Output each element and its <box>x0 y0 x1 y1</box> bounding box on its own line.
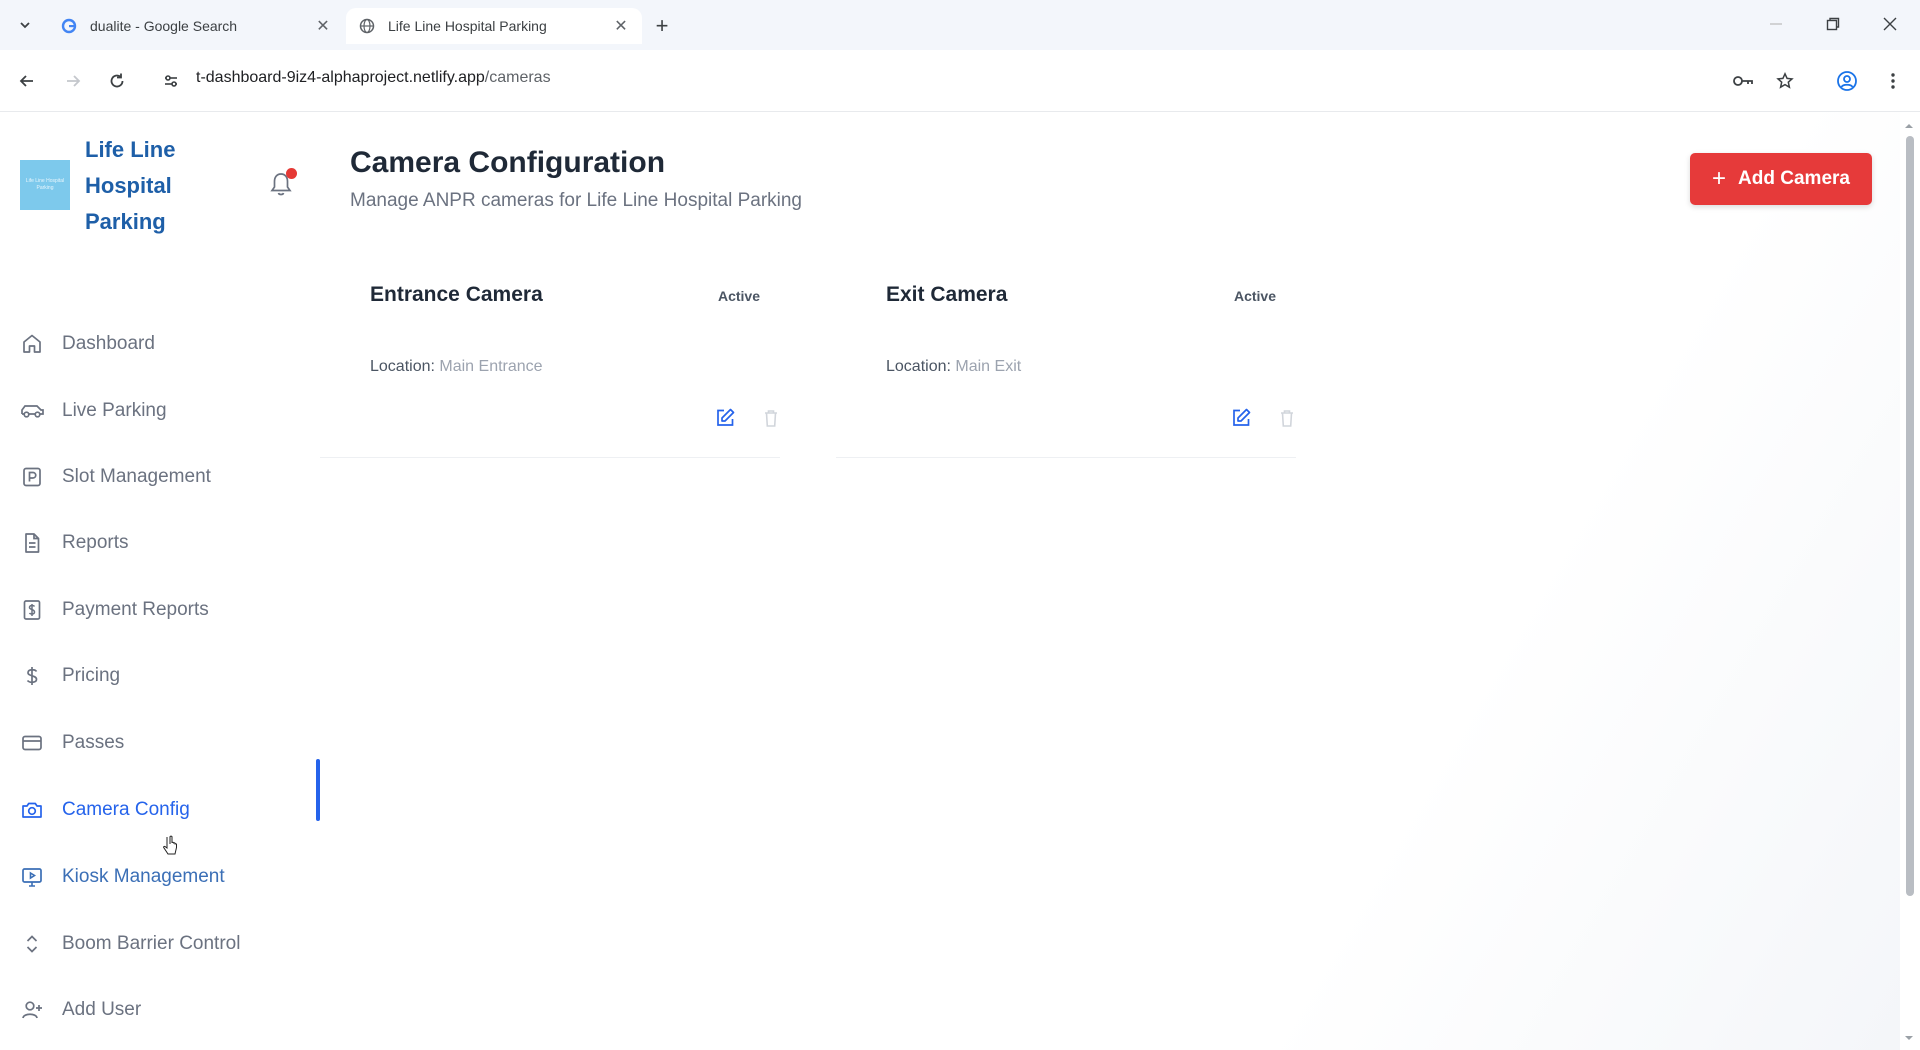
browser-tab-strip: dualite - Google Search ✕ Life Line Hosp… <box>0 0 1920 50</box>
sidebar: Life Line Hospital Parking Life Line Hos… <box>0 112 320 1050</box>
camera-name: Exit Camera <box>886 283 1008 306</box>
sidebar-item-label: Reports <box>62 532 129 553</box>
back-icon[interactable] <box>14 68 40 94</box>
sidebar-item-add-user[interactable]: Add User <box>18 990 308 1030</box>
camera-location: Location: Main Exit <box>886 358 1021 376</box>
tab-search-icon[interactable] <box>14 14 36 36</box>
parking-icon <box>18 463 46 491</box>
sidebar-item-dashboard[interactable]: Dashboard <box>18 324 308 364</box>
brand-logo-text: Life Line Hospital Parking <box>25 178 65 191</box>
address-bar[interactable]: t-dashboard-9iz4-alphaproject.netlify.ap… <box>196 69 551 87</box>
dollar-doc-icon <box>18 596 46 624</box>
monitor-icon <box>18 863 46 891</box>
close-icon[interactable]: ✕ <box>314 17 332 35</box>
password-key-icon[interactable] <box>1730 68 1756 94</box>
sidebar-item-label: Dashboard <box>62 333 155 354</box>
tab-title: Life Line Hospital Parking <box>388 18 547 34</box>
home-icon <box>18 330 46 358</box>
sidebar-item-label: Live Parking <box>62 400 167 421</box>
url-host: t-dashboard-9iz4-alphaproject.netlify.ap… <box>196 69 485 86</box>
forward-icon[interactable] <box>60 68 86 94</box>
google-icon <box>60 17 78 35</box>
sidebar-item-payment-reports[interactable]: Payment Reports <box>18 590 308 630</box>
reload-icon[interactable] <box>104 68 130 94</box>
page-title: Camera Configuration <box>350 146 666 179</box>
camera-icon <box>18 796 46 824</box>
new-tab-icon[interactable]: + <box>650 13 674 38</box>
scrollbar-thumb[interactable] <box>1906 136 1914 896</box>
globe-icon <box>358 17 376 35</box>
page-subtitle: Manage ANPR cameras for Life Line Hospit… <box>350 190 803 211</box>
sidebar-item-live-parking[interactable]: Live Parking <box>18 391 308 431</box>
add-camera-button[interactable]: + Add Camera <box>1690 153 1872 205</box>
camera-location: Location: Main Entrance <box>370 358 543 376</box>
sidebar-item-reports[interactable]: Reports <box>18 523 308 563</box>
profile-icon[interactable] <box>1834 68 1860 94</box>
tab-title: dualite - Google Search <box>90 18 238 34</box>
car-icon <box>18 397 46 425</box>
plus-icon: + <box>1712 165 1727 192</box>
edit-icon[interactable] <box>714 407 736 429</box>
sidebar-item-pricing[interactable]: Pricing <box>18 656 308 696</box>
edit-icon[interactable] <box>1230 407 1252 429</box>
restore-icon[interactable] <box>1821 12 1845 36</box>
sidebar-item-boom-barrier-control[interactable]: Boom Barrier Control <box>18 924 308 964</box>
sidebar-item-label: Pricing <box>62 665 121 686</box>
location-label: Location: <box>370 358 435 375</box>
notification-dot <box>286 168 297 179</box>
brand-name: Life Line Hospital Parking <box>85 137 176 234</box>
status-badge: Active <box>1233 288 1276 304</box>
browser-tab-active[interactable]: Life Line Hospital Parking ✕ <box>346 8 642 44</box>
sidebar-item-label: Passes <box>62 732 125 753</box>
url-path: /cameras <box>484 69 551 86</box>
updown-icon <box>18 930 46 958</box>
sidebar-item-label: Camera Config <box>62 799 190 820</box>
sidebar-item-label: Slot Management <box>62 466 211 487</box>
more-menu-icon[interactable] <box>1880 68 1906 94</box>
brand-logo: Life Line Hospital Parking <box>20 160 70 210</box>
card-icon <box>18 729 46 757</box>
camera-name: Entrance Camera <box>370 283 543 306</box>
status-badge: Active <box>717 288 760 304</box>
location-value: Main Entrance <box>439 358 543 375</box>
dollar-icon <box>18 662 46 690</box>
sidebar-item-label: Kiosk Management <box>62 866 225 887</box>
sidebar-item-label: Payment Reports <box>62 599 209 620</box>
trash-icon[interactable] <box>1276 407 1298 429</box>
sidebar-item-camera-config[interactable]: Camera Config <box>18 790 308 830</box>
browser-tab-google[interactable]: dualite - Google Search ✕ <box>48 8 344 44</box>
location-label: Location: <box>886 358 951 375</box>
sidebar-item-kiosk-management[interactable]: Kiosk Management <box>18 857 308 897</box>
sidebar-item-label: Add User <box>62 999 142 1020</box>
location-value: Main Exit <box>955 358 1022 375</box>
close-icon[interactable]: ✕ <box>612 17 630 35</box>
close-window-icon[interactable] <box>1878 12 1902 36</box>
sidebar-item-label: Boom Barrier Control <box>62 933 241 954</box>
document-icon <box>18 529 46 557</box>
camera-card-entrance: Entrance Camera Active Location: Main En… <box>320 262 780 458</box>
trash-icon[interactable] <box>760 407 782 429</box>
mouse-cursor <box>162 835 180 857</box>
browser-toolbar: t-dashboard-9iz4-alphaproject.netlify.ap… <box>0 50 1920 112</box>
site-settings-icon[interactable] <box>158 68 184 94</box>
sidebar-item-passes[interactable]: Passes <box>18 723 308 763</box>
add-camera-label: Add Camera <box>1738 168 1850 189</box>
bookmark-star-icon[interactable] <box>1772 68 1798 94</box>
minimize-icon[interactable] <box>1764 12 1788 36</box>
user-plus-icon <box>18 996 46 1024</box>
camera-card-exit: Exit Camera Active Location: Main Exit <box>836 262 1296 458</box>
sidebar-item-slot-management[interactable]: Slot Management <box>18 457 308 497</box>
main-content: Camera Configuration Manage ANPR cameras… <box>320 112 1900 1050</box>
